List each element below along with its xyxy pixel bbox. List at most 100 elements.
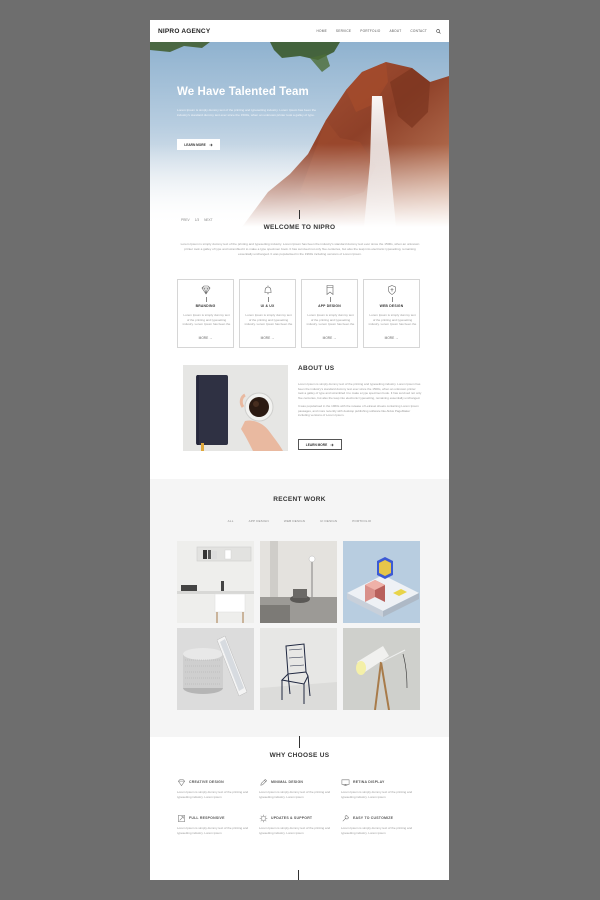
service-more-label: MORE xyxy=(198,336,209,340)
feature-text: Lorem Ipsum is simply dummy text of the … xyxy=(341,790,413,799)
portfolio-item-isometric[interactable] xyxy=(343,541,420,623)
feature-title: FULL RESPONSIVE xyxy=(189,816,225,820)
service-text: Lorem Ipsum is simply dummy text of the … xyxy=(182,313,231,327)
slider-next[interactable]: NEXT xyxy=(204,218,213,222)
hero-title: We Have Talented Team xyxy=(177,86,309,98)
nav-service[interactable]: SERVICE xyxy=(336,29,351,33)
search-icon[interactable] xyxy=(436,28,441,34)
notebook-coffee-photo xyxy=(183,365,288,451)
feature-text: Lorem Ipsum is simply dummy text of the … xyxy=(341,826,413,835)
hero-learn-more-button[interactable]: LEARN MORE xyxy=(177,139,220,150)
portfolio-item-chair[interactable] xyxy=(260,628,337,710)
service-more-label: MORE xyxy=(260,336,271,340)
main-nav: HOME SERVICE PORTFOLIO ABOUT CONTACT xyxy=(317,28,441,34)
feature-title: EASY TO CUSTOMIZE xyxy=(353,816,394,820)
portfolio-item-lamp[interactable] xyxy=(343,628,420,710)
bookmark-icon xyxy=(326,285,334,296)
about-button-label: LEARN MORE xyxy=(305,442,328,447)
service-text: Lorem Ipsum is simply dummy text of the … xyxy=(368,313,417,327)
service-rule xyxy=(206,297,207,302)
feature-title: RETINA DISPLAY xyxy=(353,780,385,784)
hero-description: Lorem Ipsum is simply dummy text of the … xyxy=(177,108,317,117)
service-card-branding: BRANDING Lorem Ipsum is simply dummy tex… xyxy=(177,279,234,348)
gear-icon xyxy=(259,814,268,823)
filter-web-design[interactable]: WEB DESIGN xyxy=(284,519,305,523)
about-paragraph-2: It was popularised in the 1960s with the… xyxy=(298,403,419,418)
top-navbar: NIPRO AGENCY HOME SERVICE PORTFOLIO ABOU… xyxy=(150,20,449,42)
filter-all[interactable]: ALL xyxy=(228,519,234,523)
about-image xyxy=(183,365,288,451)
hero-button-label: LEARN MORE xyxy=(184,142,206,147)
monitor-icon xyxy=(341,779,350,786)
expand-icon xyxy=(178,815,185,822)
feature-text: Lorem Ipsum is simply dummy text of the … xyxy=(259,826,331,835)
pencil-icon xyxy=(260,778,268,786)
speaker-phone-photo xyxy=(177,628,254,710)
portfolio-item-speaker[interactable] xyxy=(177,628,254,710)
diamond-icon xyxy=(177,779,186,787)
brand-logo[interactable]: NIPRO AGENCY xyxy=(158,28,210,35)
feature-minimal-design: MINIMAL DESIGN Lorem Ipsum is simply dum… xyxy=(259,777,341,802)
service-card-ui-ux: UI & UX Lorem Ipsum is simply dummy text… xyxy=(239,279,296,348)
features-grid: CREATIVE DESIGN Lorem Ipsum is simply du… xyxy=(177,777,422,838)
arrow-right-icon xyxy=(330,443,334,446)
section-divider xyxy=(299,210,300,219)
recent-work-title: RECENT WORK xyxy=(273,496,326,503)
why-choose-title: WHY CHOOSE US xyxy=(269,752,330,759)
wrench-icon xyxy=(342,815,349,822)
diamond-icon xyxy=(201,285,211,295)
service-more-link[interactable]: MORE → xyxy=(302,336,357,340)
portfolio-grid xyxy=(177,541,420,710)
about-text: Lorem Ipsum is simply dummy text of the … xyxy=(298,382,422,418)
feature-text: Lorem Ipsum is simply dummy text of the … xyxy=(259,790,331,799)
service-title: APP DESIGN xyxy=(318,304,341,308)
portfolio-item-room[interactable] xyxy=(260,541,337,623)
slider-prev[interactable]: PREV xyxy=(181,218,190,222)
footer-divider xyxy=(298,870,299,880)
nav-about[interactable]: ABOUT xyxy=(389,29,401,33)
isometric-photo xyxy=(343,541,420,623)
services-row: BRANDING Lorem Ipsum is simply dummy tex… xyxy=(177,279,420,348)
feature-creative-design: CREATIVE DESIGN Lorem Ipsum is simply du… xyxy=(177,777,259,802)
feature-title: UPDATES & SUPPORT xyxy=(271,816,313,820)
nav-contact[interactable]: CONTACT xyxy=(410,29,427,33)
service-rule xyxy=(268,297,269,302)
portfolio-item-shelf[interactable] xyxy=(177,541,254,623)
nav-home[interactable]: HOME xyxy=(317,29,327,33)
hero-banner: We Have Talented Team Lorem Ipsum is sim… xyxy=(150,42,449,227)
service-text: Lorem Ipsum is simply dummy text of the … xyxy=(244,313,293,327)
service-text: Lorem Ipsum is simply dummy text of the … xyxy=(306,313,355,327)
feature-title: MINIMAL DESIGN xyxy=(271,780,304,784)
feature-title: CREATIVE DESIGN xyxy=(189,780,224,784)
feature-updates-support: UPDATES & SUPPORT Lorem Ipsum is simply … xyxy=(259,813,341,838)
hero-background-image xyxy=(150,42,449,227)
welcome-text: Lorem Ipsum is simply dummy text of the … xyxy=(180,242,420,256)
feature-full-responsive: FULL RESPONSIVE Lorem Ipsum is simply du… xyxy=(177,813,259,838)
service-more-link[interactable]: MORE → xyxy=(240,336,295,340)
service-title: UI & UX xyxy=(260,304,275,308)
feature-retina-display: RETINA DISPLAY Lorem Ipsum is simply dum… xyxy=(341,777,422,802)
about-paragraph-1: Lorem Ipsum is simply dummy text of the … xyxy=(298,382,422,401)
template-page: NIPRO AGENCY HOME SERVICE PORTFOLIO ABOU… xyxy=(150,20,449,880)
service-title: WEB DESIGN xyxy=(379,304,404,308)
feature-text: Lorem Ipsum is simply dummy text of the … xyxy=(177,790,249,799)
service-title: BRANDING xyxy=(195,304,216,308)
service-rule xyxy=(392,297,393,302)
shield-icon xyxy=(388,285,396,295)
recent-work-section: RECENT WORK ALL APP DESIGN WEB DESIGN UI… xyxy=(150,479,449,737)
nav-portfolio[interactable]: PORTFOLIO xyxy=(360,29,380,33)
about-title: ABOUT US xyxy=(298,365,335,372)
arrow-right-icon xyxy=(209,143,213,146)
filter-portfolio[interactable]: PORTFOLIO xyxy=(352,519,371,523)
filter-app-design[interactable]: APP DESIGN xyxy=(249,519,269,523)
filter-ui-design[interactable]: UI DESIGN xyxy=(320,519,337,523)
service-card-web-design: WEB DESIGN Lorem Ipsum is simply dummy t… xyxy=(363,279,420,348)
room-photo xyxy=(260,541,337,623)
slider-count: 1/3 xyxy=(194,218,200,222)
about-learn-more-button[interactable]: LEARN MORE xyxy=(298,439,342,450)
portfolio-filters: ALL APP DESIGN WEB DESIGN UI DESIGN PORT… xyxy=(150,519,449,523)
service-more-link[interactable]: MORE → xyxy=(364,336,419,340)
feature-easy-customize: EASY TO CUSTOMIZE Lorem Ipsum is simply … xyxy=(341,813,422,838)
slider-pager: PREV 1/3 NEXT xyxy=(181,218,213,222)
service-more-link[interactable]: MORE → xyxy=(178,336,233,340)
